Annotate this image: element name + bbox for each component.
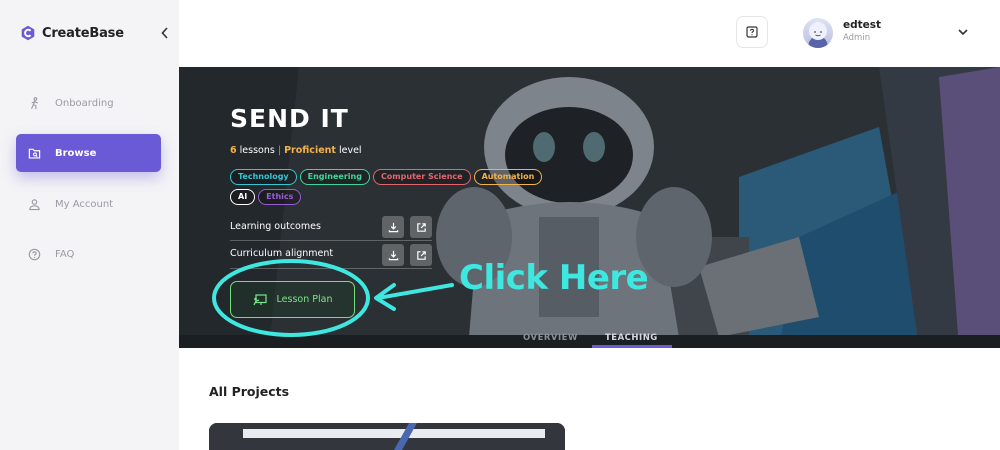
curriculum-alignment-download-button[interactable]: [382, 244, 404, 266]
tab-teaching[interactable]: TEACHING: [605, 333, 658, 343]
all-projects-heading: All Projects: [209, 384, 290, 399]
tag-ai: AI: [230, 189, 256, 205]
click-here-annotation: Click Here: [459, 258, 649, 298]
learning-outcomes-open-button[interactable]: [410, 216, 432, 238]
tag-engineering: Engineering: [299, 169, 370, 185]
sidebar-item-faq[interactable]: FAQ: [16, 235, 161, 273]
sidebar-item-browse[interactable]: Browse: [16, 134, 161, 172]
subject-tags: Technology Engineering Computer Science …: [230, 169, 550, 205]
download-icon: [388, 222, 398, 232]
project-meta: 6 lessons | Proficient level: [230, 145, 362, 156]
tab-overview[interactable]: OVERVIEW: [523, 333, 578, 343]
learning-outcomes-label: Learning outcomes: [230, 221, 321, 232]
account-icon: [29, 198, 40, 210]
sidebar: CreateBase Onboarding Browse My Account …: [0, 0, 179, 450]
sidebar-item-label: My Account: [55, 198, 114, 210]
curriculum-alignment-open-button[interactable]: [410, 244, 432, 266]
avatar-face-icon: [808, 22, 828, 48]
onboarding-icon: [31, 96, 38, 109]
chevron-left-icon: [161, 27, 168, 39]
tag-automation: Automation: [473, 169, 543, 185]
avatar[interactable]: [803, 18, 833, 48]
question-circle-icon: [28, 248, 41, 260]
browse-folder-icon: [28, 148, 41, 159]
learning-outcomes-download-button[interactable]: [382, 216, 404, 238]
lessons-count: 6: [230, 145, 237, 156]
level-word: level: [338, 145, 362, 156]
tag-technology: Technology: [230, 169, 297, 185]
help-icon: [746, 26, 758, 38]
brand-name: CreateBase: [42, 25, 124, 41]
createbase-logo-icon: [21, 25, 35, 41]
user-role: Admin: [843, 33, 871, 43]
external-link-icon: [416, 222, 426, 232]
project-title: SEND IT: [230, 104, 349, 133]
project-card-thumbnail: [209, 423, 565, 450]
meta-separator: |: [277, 145, 282, 156]
project-card[interactable]: [209, 423, 565, 450]
active-tab-indicator: [592, 345, 672, 348]
project-level: Proficient: [284, 145, 336, 156]
download-icon: [388, 250, 398, 260]
app-root: CreateBase Onboarding Browse My Account …: [0, 0, 1000, 450]
divider: [230, 240, 432, 241]
sidebar-item-label: FAQ: [55, 248, 75, 260]
lesson-plan-label: Lesson Plan: [276, 294, 333, 305]
help-button[interactable]: [736, 16, 768, 48]
lesson-plan-button[interactable]: Lesson Plan: [230, 281, 355, 318]
sidebar-item-label: Onboarding: [55, 97, 114, 109]
lessons-word: lessons: [239, 145, 275, 156]
collapse-sidebar-button[interactable]: [158, 24, 172, 42]
divider: [230, 268, 432, 269]
project-hero: SEND IT 6 lessons | Proficient level Tec…: [179, 67, 1000, 348]
brand[interactable]: CreateBase: [20, 24, 124, 42]
sidebar-item-my-account[interactable]: My Account: [16, 185, 161, 223]
curriculum-alignment-label: Curriculum alignment: [230, 248, 334, 259]
chevron-down-icon[interactable]: [957, 26, 969, 38]
sidebar-item-label: Browse: [55, 147, 97, 159]
tag-ethics: Ethics: [258, 189, 302, 205]
user-name: edtest: [843, 19, 882, 31]
lesson-plan-board-icon: [252, 293, 267, 305]
sidebar-item-onboarding[interactable]: Onboarding: [16, 84, 161, 122]
external-link-icon: [416, 250, 426, 260]
tag-computer-science: Computer Science: [372, 169, 471, 185]
